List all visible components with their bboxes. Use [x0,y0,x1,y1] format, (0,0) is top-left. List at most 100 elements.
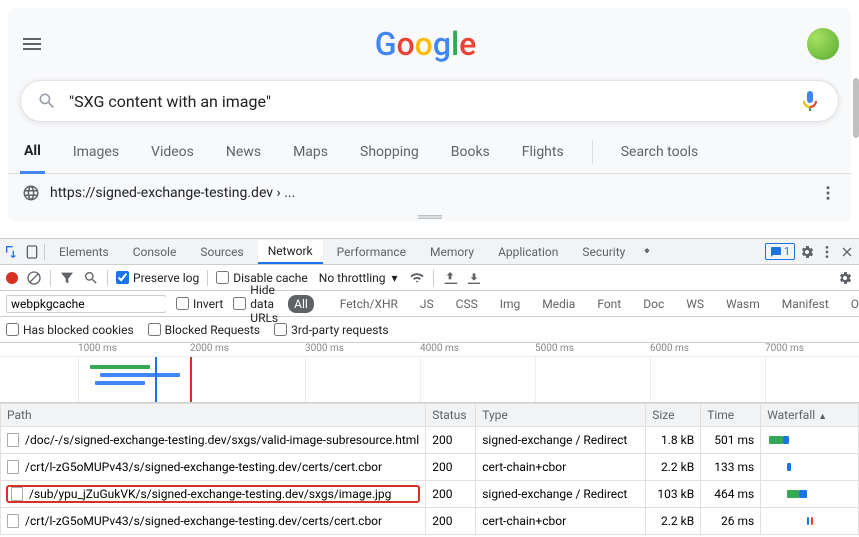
panel-security[interactable]: Security [572,241,635,263]
preserve-log-checkbox[interactable]: Preserve log [116,271,199,285]
tab-search-tools[interactable]: Search tools [617,132,703,172]
network-table: Path Status Type Size Time Waterfall ▲ /… [0,403,859,535]
status-cell: 200 [426,454,476,481]
gear-icon[interactable] [837,270,853,286]
tab-news[interactable]: News [222,132,265,172]
type-cell: cert-chain+cbor [476,454,646,481]
network-conditions-icon[interactable] [409,270,425,286]
type-pill[interactable]: Doc [637,295,670,313]
request-path: /crt/l-zG5oMUPv43/s/signed-exchange-test… [25,514,382,528]
result-url: https://signed-exchange-testing.dev › ..… [50,185,295,201]
panel-console[interactable]: Console [123,241,187,263]
close-icon[interactable] [839,244,855,260]
tab-books[interactable]: Books [447,132,494,172]
hide-data-urls-checkbox[interactable]: Hide data URLs [233,283,278,325]
avatar[interactable] [807,28,839,60]
clear-icon[interactable] [26,270,42,286]
mic-icon[interactable] [798,89,822,113]
table-row[interactable]: /crt/l-zG5oMUPv43/s/signed-exchange-test… [1,508,859,535]
record-button[interactable] [6,272,18,284]
throttling-select[interactable]: No throttling ▾ [316,268,401,288]
globe-icon [22,184,40,202]
type-pill[interactable]: Fetch/XHR [334,295,404,313]
google-doodle[interactable]: Google [44,16,807,72]
size-cell: 2.2 kB [646,508,701,535]
device-icon[interactable] [24,244,40,260]
search-icon[interactable] [83,270,99,286]
table-row[interactable]: /doc/-/s/signed-exchange-testing.dev/sxg… [1,427,859,454]
panel-performance[interactable]: Performance [327,241,416,263]
panel-elements[interactable]: Elements [49,241,119,263]
blocked-requests-checkbox[interactable]: Blocked Requests [148,323,260,337]
col-header-path[interactable]: Path [1,404,426,427]
issues-badge[interactable]: 1 [765,243,795,260]
type-pill[interactable]: Other [845,295,859,313]
tab-videos[interactable]: Videos [147,132,198,172]
col-header-type[interactable]: Type [476,404,646,427]
more-tabs-icon[interactable] [639,244,655,260]
col-header-waterfall[interactable]: Waterfall ▲ [761,404,859,427]
table-row[interactable]: /sub/ypu_jZuGukVK/s/signed-exchange-test… [1,481,859,508]
panel-network[interactable]: Network [258,240,323,264]
request-path: /sub/ypu_jZuGukVK/s/signed-exchange-test… [29,487,391,501]
tab-flights[interactable]: Flights [518,132,568,172]
file-icon [7,514,19,528]
request-path: /doc/-/s/signed-exchange-testing.dev/sxg… [25,433,419,447]
type-pill[interactable]: WS [680,295,710,313]
status-cell: 200 [426,427,476,454]
status-cell: 200 [426,481,476,508]
col-header-size[interactable]: Size [646,404,701,427]
request-path: /crt/l-zG5oMUPv43/s/signed-exchange-test… [25,460,382,474]
search-box[interactable] [20,80,839,122]
col-header-status[interactable]: Status [426,404,476,427]
type-pill-all[interactable]: All [288,295,314,313]
overflow-icon[interactable] [819,184,837,202]
download-icon[interactable] [466,270,482,286]
waterfall-cell [767,458,852,476]
col-header-time[interactable]: Time [701,404,761,427]
type-pill[interactable]: Font [591,295,627,313]
drag-handle[interactable] [8,212,851,222]
devtools-panel: Elements Console Sources Network Perform… [0,238,859,537]
type-pill[interactable]: Wasm [720,295,766,313]
time-cell: 133 ms [701,454,761,481]
filter-input[interactable] [6,295,166,313]
type-cell: signed-exchange / Redirect [476,481,646,508]
kebab-icon[interactable] [819,244,835,260]
third-party-checkbox[interactable]: 3rd-party requests [274,323,388,337]
type-cell: cert-chain+cbor [476,508,646,535]
panel-sources[interactable]: Sources [190,241,253,263]
tab-images[interactable]: Images [69,132,123,172]
time-cell: 464 ms [701,481,761,508]
inspect-icon[interactable] [4,244,20,260]
file-icon [7,460,19,474]
file-icon [7,433,19,447]
panel-memory[interactable]: Memory [420,241,484,263]
type-pill[interactable]: Media [536,295,581,313]
waterfall-cell [767,512,852,530]
tab-maps[interactable]: Maps [289,132,332,172]
waterfall-cell [767,485,852,503]
file-icon [11,487,23,501]
filter-icon[interactable] [59,270,75,286]
search-input[interactable] [69,92,798,111]
gear-icon[interactable] [799,244,815,260]
upload-icon[interactable] [442,270,458,286]
type-pill[interactable]: Manifest [776,295,835,313]
scrollbar[interactable] [853,78,859,138]
search-icon [37,91,57,111]
tab-all[interactable]: All [20,131,45,174]
tab-shopping[interactable]: Shopping [356,132,423,172]
timeline-overview[interactable]: 1000 ms 2000 ms 3000 ms 4000 ms 5000 ms … [0,343,859,403]
menu-icon[interactable] [20,32,44,56]
search-tabs: All Images Videos News Maps Shopping Boo… [8,130,851,174]
blocked-cookies-checkbox[interactable]: Has blocked cookies [6,323,134,337]
search-result[interactable]: https://signed-exchange-testing.dev › ..… [8,174,851,212]
table-row[interactable]: /crt/l-zG5oMUPv43/s/signed-exchange-test… [1,454,859,481]
type-pill[interactable]: CSS [450,295,484,313]
panel-application[interactable]: Application [488,241,568,263]
type-pill[interactable]: Img [494,295,527,313]
type-pill[interactable]: JS [414,295,440,313]
invert-checkbox[interactable]: Invert [176,297,223,311]
google-search-area: Google All Images Videos News Maps Shopp… [8,8,851,222]
